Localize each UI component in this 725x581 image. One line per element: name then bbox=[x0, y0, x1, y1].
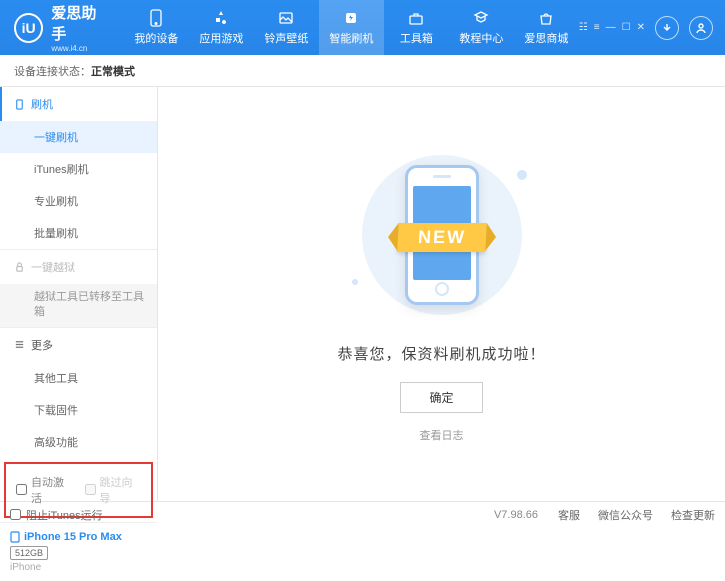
sidebar-more-header[interactable]: 更多 bbox=[0, 328, 157, 362]
app-url: www.i4.cn bbox=[51, 44, 109, 53]
flash-icon bbox=[342, 9, 360, 27]
device-name[interactable]: iPhone 15 Pro Max bbox=[10, 531, 147, 543]
footer-link-update[interactable]: 检查更新 bbox=[671, 507, 715, 523]
nav-my-device[interactable]: 我的设备 bbox=[124, 0, 189, 55]
footer-link-support[interactable]: 客服 bbox=[558, 507, 580, 523]
section-label: 更多 bbox=[31, 337, 53, 353]
checkbox-label: 自动激活 bbox=[31, 474, 73, 506]
skip-guide-checkbox: 跳过向导 bbox=[85, 474, 142, 506]
sidebar-jailbreak-header: 一键越狱 bbox=[0, 250, 157, 284]
nav-label: 爱思商城 bbox=[524, 30, 568, 46]
toolbox-icon bbox=[407, 9, 425, 27]
status-bar: 设备连接状态： 正常模式 bbox=[0, 55, 725, 87]
success-message: 恭喜您，保资料刷机成功啦！ bbox=[337, 343, 545, 364]
nav-label: 铃声壁纸 bbox=[264, 30, 308, 46]
download-button[interactable] bbox=[655, 16, 679, 40]
minimize-icon[interactable]: — bbox=[606, 22, 616, 33]
more-icon bbox=[14, 339, 25, 350]
new-ribbon: NEW bbox=[397, 223, 487, 252]
sidebar-item-othertools[interactable]: 其他工具 bbox=[0, 362, 157, 394]
version-label: V7.98.66 bbox=[494, 509, 538, 521]
phone-icon bbox=[147, 9, 165, 27]
checkbox-input bbox=[85, 484, 96, 495]
checkbox-input[interactable] bbox=[10, 509, 21, 520]
apps-icon bbox=[212, 9, 230, 27]
sidebar-item-pro[interactable]: 专业刷机 bbox=[0, 185, 157, 217]
menu-icon[interactable]: ☷ bbox=[579, 22, 588, 33]
nav-tutorials[interactable]: 教程中心 bbox=[449, 0, 514, 55]
sidebar-item-advanced[interactable]: 高级功能 bbox=[0, 426, 157, 458]
sidebar-item-batch[interactable]: 批量刷机 bbox=[0, 217, 157, 249]
nav-apps[interactable]: 应用游戏 bbox=[189, 0, 254, 55]
footer-link-wechat[interactable]: 微信公众号 bbox=[598, 507, 653, 523]
phone-small-icon bbox=[14, 99, 25, 110]
list-icon[interactable]: ≡ bbox=[594, 22, 600, 33]
sidebar-flash-header[interactable]: 刷机 bbox=[0, 87, 157, 121]
section-label: 刷机 bbox=[31, 96, 53, 112]
checkbox-label: 跳过向导 bbox=[100, 474, 142, 506]
app-title: 爱思助手 bbox=[51, 2, 109, 44]
confirm-button[interactable]: 确定 bbox=[400, 382, 482, 413]
device-icon bbox=[10, 531, 20, 543]
wallpaper-icon bbox=[277, 9, 295, 27]
jailbreak-note: 越狱工具已转移至工具箱 bbox=[0, 284, 157, 327]
tutorial-icon bbox=[472, 9, 490, 27]
store-icon bbox=[537, 9, 555, 27]
checkbox-label: 阻止iTunes运行 bbox=[26, 507, 103, 523]
device-type: iPhone bbox=[10, 562, 147, 573]
device-info: iPhone 15 Pro Max 512GB iPhone bbox=[0, 522, 157, 581]
status-prefix: 设备连接状态： bbox=[14, 63, 91, 79]
nav-label: 应用游戏 bbox=[199, 30, 243, 46]
logo-icon: iU bbox=[14, 13, 43, 43]
status-value: 正常模式 bbox=[91, 63, 135, 79]
close-icon[interactable]: ✕ bbox=[637, 22, 645, 33]
nav-label: 智能刷机 bbox=[329, 30, 373, 46]
block-itunes-checkbox[interactable]: 阻止iTunes运行 bbox=[10, 507, 103, 523]
section-label: 一键越狱 bbox=[31, 259, 75, 275]
sidebar-item-itunes[interactable]: iTunes刷机 bbox=[0, 153, 157, 185]
sidebar-item-download-fw[interactable]: 下载固件 bbox=[0, 394, 157, 426]
nav-store[interactable]: 爱思商城 bbox=[514, 0, 579, 55]
storage-badge: 512GB bbox=[10, 546, 48, 560]
nav-label: 教程中心 bbox=[459, 30, 503, 46]
view-log-link[interactable]: 查看日志 bbox=[420, 427, 464, 443]
user-button[interactable] bbox=[689, 16, 713, 40]
success-illustration: NEW bbox=[332, 145, 552, 325]
app-logo: iU 爱思助手 www.i4.cn bbox=[0, 2, 124, 53]
sidebar-item-oneclick[interactable]: 一键刷机 bbox=[0, 121, 157, 153]
nav-label: 工具箱 bbox=[400, 30, 433, 46]
nav-toolbox[interactable]: 工具箱 bbox=[384, 0, 449, 55]
nav-label: 我的设备 bbox=[134, 30, 178, 46]
maximize-icon[interactable]: ☐ bbox=[622, 22, 631, 33]
auto-activate-checkbox[interactable]: 自动激活 bbox=[16, 474, 73, 506]
nav-flash[interactable]: 智能刷机 bbox=[319, 0, 384, 55]
lock-icon bbox=[14, 262, 25, 273]
nav-ringtones[interactable]: 铃声壁纸 bbox=[254, 0, 319, 55]
checkbox-input[interactable] bbox=[16, 484, 27, 495]
